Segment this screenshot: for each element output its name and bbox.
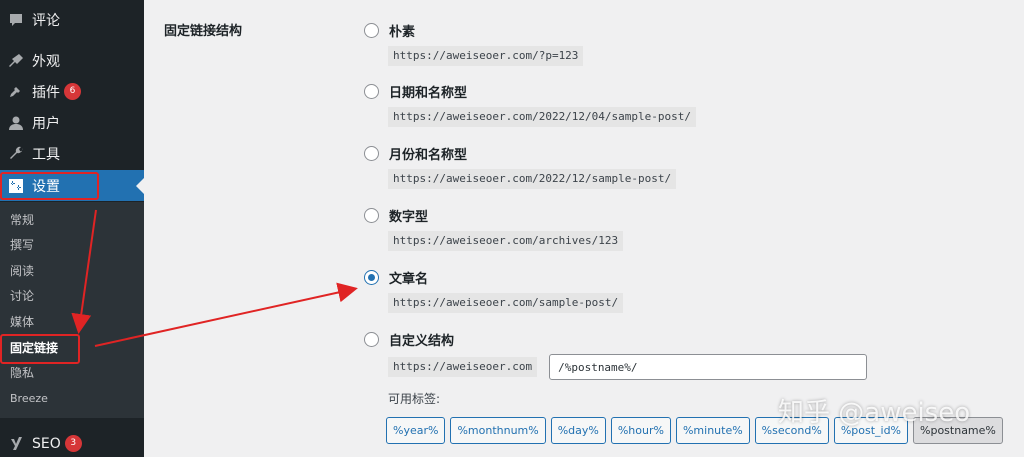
appearance-icon (8, 53, 24, 69)
example-url: https://aweiseoer.com/archives/123 (388, 231, 624, 251)
zhihu-watermark: 知乎 @aweiseo (778, 398, 971, 428)
radio-plain[interactable] (364, 22, 379, 38)
radio-numeric[interactable] (364, 207, 379, 223)
admin-sidebar: 评论 外观 插件 6 用户 工具 设置 常规 撰写 阅读 讨论 媒体 固定链接 … (0, 0, 144, 457)
plugins-update-badge: 6 (64, 83, 81, 100)
example-url: https://aweiseoer.com/?p=123 (388, 46, 584, 66)
radio-month-name[interactable] (364, 145, 379, 161)
example-url: https://aweiseoer.com/2022/12/04/sample-… (388, 107, 697, 127)
menu-label: 用户 (32, 115, 60, 132)
option-label[interactable]: 朴素 (389, 21, 415, 40)
annotation-box-permalinks (0, 334, 80, 364)
submenu-item-breeze[interactable]: Breeze (10, 389, 48, 409)
submenu-item-privacy[interactable]: 隐私 (10, 363, 34, 383)
tag-monthnum-button[interactable]: %monthnum% (450, 417, 546, 444)
permalink-option-post-name: 文章名 https://aweiseoer.com/sample-post/ (364, 267, 1004, 313)
menu-label: 插件 (32, 84, 60, 101)
option-label[interactable]: 自定义结构 (389, 330, 454, 349)
annotation-box-settings (0, 172, 99, 200)
tools-icon (8, 146, 24, 162)
radio-day-name[interactable] (364, 83, 379, 99)
radio-custom[interactable] (364, 331, 379, 347)
permalink-option-day-name: 日期和名称型 https://aweiseoer.com/2022/12/04/… (364, 81, 1004, 127)
menu-label: SEO (32, 435, 61, 452)
menu-label: 工具 (32, 146, 60, 163)
seo-notification-badge: 3 (64, 435, 82, 452)
option-label[interactable]: 日期和名称型 (389, 82, 467, 101)
menu-item-plugins[interactable]: 插件 6 (0, 76, 144, 107)
menu-item-tools[interactable]: 工具 (0, 138, 144, 169)
permalink-settings-panel: 固定链接结构 朴素 https://aweiseoer.com/?p=123 日… (144, 0, 1024, 457)
radio-post-name[interactable] (364, 269, 379, 285)
submenu-item-media[interactable]: 媒体 (10, 312, 34, 332)
option-label[interactable]: 月份和名称型 (389, 144, 467, 163)
available-tags-label: 可用标签: (388, 392, 441, 406)
settings-submenu: 常规 撰写 阅读 讨论 媒体 固定链接 隐私 Breeze (0, 202, 144, 418)
submenu-item-reading[interactable]: 阅读 (10, 261, 34, 281)
submenu-item-discussion[interactable]: 讨论 (10, 286, 34, 306)
submenu-item-general[interactable]: 常规 (10, 210, 34, 230)
tag-minute-button[interactable]: %minute% (675, 417, 750, 444)
option-label[interactable]: 数字型 (389, 206, 428, 225)
menu-item-appearance[interactable]: 外观 (0, 45, 144, 76)
example-url: https://aweiseoer.com/sample-post/ (388, 293, 624, 313)
menu-label: 外观 (32, 53, 60, 70)
permalink-option-month-name: 月份和名称型 https://aweiseoer.com/2022/12/sam… (364, 143, 1004, 189)
custom-structure-input[interactable] (549, 354, 868, 380)
menu-item-seo[interactable]: SEO 3 (0, 428, 144, 457)
active-indicator (136, 178, 144, 194)
yoast-icon (8, 436, 24, 452)
plugins-icon (8, 84, 24, 100)
custom-base-url: https://aweiseoer.com (388, 357, 538, 377)
example-url: https://aweiseoer.com/2022/12/sample-pos… (388, 169, 677, 189)
custom-structure-row: https://aweiseoer.com (388, 354, 868, 380)
tag-year-button[interactable]: %year% (386, 417, 446, 444)
tag-hour-button[interactable]: %hour% (610, 417, 671, 444)
submenu-item-writing[interactable]: 撰写 (10, 235, 34, 255)
comment-icon (8, 12, 24, 28)
option-label[interactable]: 文章名 (389, 268, 428, 287)
menu-item-comments[interactable]: 评论 (0, 4, 144, 35)
menu-item-users[interactable]: 用户 (0, 107, 144, 138)
permalink-option-plain: 朴素 https://aweiseoer.com/?p=123 (364, 20, 1004, 66)
menu-label: 评论 (32, 12, 60, 29)
permalink-option-custom: 自定义结构 (364, 329, 1004, 349)
permalink-structure-heading: 固定链接结构 (164, 24, 243, 39)
permalink-option-numeric: 数字型 https://aweiseoer.com/archives/123 (364, 205, 1004, 251)
tag-day-button[interactable]: %day% (550, 417, 606, 444)
users-icon (8, 115, 24, 131)
